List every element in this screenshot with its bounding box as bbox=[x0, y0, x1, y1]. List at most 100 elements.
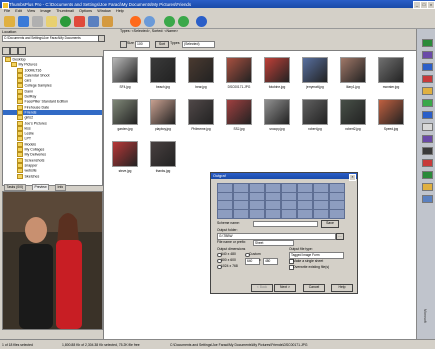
side-tool-icon[interactable] bbox=[422, 99, 433, 107]
dialog-close-button[interactable]: × bbox=[349, 173, 356, 181]
thumbnail-item[interactable]: monster.jpg bbox=[373, 57, 409, 90]
tree-button-3[interactable] bbox=[18, 47, 26, 55]
custom-width-input[interactable]: 640 bbox=[245, 258, 260, 265]
side-tool-icon[interactable] bbox=[422, 171, 433, 179]
menu-view[interactable]: View bbox=[27, 9, 35, 13]
browse-folder-button[interactable]: … bbox=[336, 232, 344, 240]
thumbnail-image bbox=[150, 57, 176, 83]
info-icon[interactable] bbox=[60, 15, 71, 27]
slideshow-icon[interactable] bbox=[88, 15, 99, 27]
forward-arrow-icon[interactable] bbox=[178, 15, 189, 27]
side-tool-icon[interactable] bbox=[422, 147, 433, 155]
side-tool-icon[interactable] bbox=[422, 183, 433, 191]
tree-item-label: My Pictures bbox=[18, 62, 38, 67]
thumbnail-item[interactable]: Speed.jpg bbox=[373, 99, 409, 132]
file-prefix-label: File name or prefix: bbox=[217, 240, 247, 244]
scheme-input[interactable] bbox=[253, 220, 318, 227]
thumbnail-item[interactable]: jerrymatt.jpg bbox=[297, 57, 333, 90]
thumbnail-item[interactable]: SSJ.jpg bbox=[221, 99, 257, 132]
menu-help[interactable]: Help bbox=[116, 9, 124, 13]
folder-icon bbox=[17, 125, 23, 131]
thumbnail-item[interactable]: robert2.jpg bbox=[335, 99, 371, 132]
custom-height-input[interactable]: 480 bbox=[263, 258, 278, 265]
thumbnail-item[interactable]: garden.jpg bbox=[107, 99, 143, 132]
thumbnail-item[interactable]: lilary1.jpg bbox=[335, 57, 371, 90]
folder-tree[interactable]: Desktop My Pictures 100MLT16 Calendar Shoot… bbox=[2, 56, 103, 186]
thumbnail-item[interactable]: snoopy.jpg bbox=[259, 99, 295, 132]
tree-item-label: College Samples bbox=[24, 83, 52, 88]
tab-info[interactable]: Info bbox=[55, 184, 66, 191]
folder-up-icon[interactable] bbox=[4, 15, 15, 27]
tree-item-label: Sketches bbox=[24, 173, 40, 178]
rotate-icon[interactable] bbox=[130, 15, 141, 27]
location-input[interactable]: C:\Documents and Settings\Joe Faraci\My … bbox=[2, 35, 100, 42]
edit-icon[interactable] bbox=[46, 15, 57, 27]
size-input[interactable]: 100 bbox=[135, 40, 150, 48]
menu-file[interactable]: File bbox=[4, 9, 10, 13]
thumbnail-caption: robert.jpg bbox=[308, 127, 322, 131]
thumbnail-item[interactable]: fotobine.jpg bbox=[259, 57, 295, 90]
side-tool-icon[interactable] bbox=[422, 51, 433, 59]
thumbnail-item[interactable]: DSC00171.JPG bbox=[221, 57, 257, 90]
folder-icon bbox=[17, 147, 23, 153]
view-mode-icon[interactable] bbox=[120, 40, 127, 48]
thumbnail-item[interactable]: beach.jpg bbox=[145, 57, 181, 90]
delete-icon[interactable] bbox=[74, 15, 85, 27]
side-tool-icon[interactable] bbox=[422, 111, 433, 119]
tree-button-2[interactable] bbox=[10, 47, 18, 55]
menu-thumbnail[interactable]: Thumbnail bbox=[56, 9, 74, 13]
file-prefix-input[interactable]: Sheet bbox=[253, 239, 294, 246]
menu-options[interactable]: Options bbox=[79, 9, 92, 13]
back-button[interactable]: < Back bbox=[251, 284, 273, 292]
dim-custom-label: Custom bbox=[249, 252, 261, 256]
save-icon[interactable] bbox=[18, 15, 29, 27]
thumbnail-item[interactable]: thanks.jpg bbox=[145, 141, 181, 174]
side-tool-icon[interactable] bbox=[422, 39, 433, 47]
print-icon[interactable] bbox=[32, 15, 43, 27]
tree-item[interactable]: Sketches bbox=[3, 173, 102, 179]
tree-item-label: Models bbox=[24, 142, 37, 147]
side-tool-icon[interactable] bbox=[422, 75, 433, 83]
panel-tabs: Tasks (0/0) Preview Info bbox=[2, 184, 101, 191]
help-button[interactable]: Help bbox=[331, 284, 353, 292]
next-button[interactable]: Next > bbox=[274, 284, 296, 292]
thumbnail-image bbox=[378, 99, 404, 125]
side-tool-icon[interactable] bbox=[422, 123, 433, 131]
thumbnail-caption: garden.jpg bbox=[117, 127, 133, 131]
thumbnail-image bbox=[378, 57, 404, 83]
menu-image[interactable]: Image bbox=[40, 9, 51, 13]
sort-button[interactable]: Sort bbox=[155, 40, 169, 48]
status-size: 1,800.88 Kb of 2,304.38 Kb selected, 75.… bbox=[62, 342, 140, 347]
back-arrow-icon[interactable] bbox=[164, 15, 175, 27]
tree-button-1[interactable] bbox=[2, 47, 10, 55]
location-dropdown-button[interactable] bbox=[98, 35, 105, 42]
tree-item-label: FacePiller Standard Edition bbox=[24, 99, 69, 104]
search-icon[interactable] bbox=[144, 15, 155, 27]
side-tool-icon[interactable] bbox=[422, 63, 433, 71]
output-dimensions-label: Output dimensions bbox=[217, 247, 246, 251]
thumbnail-item[interactable]: robert.jpg bbox=[297, 99, 333, 132]
thumbnail-item[interactable]: steve.jpg bbox=[107, 141, 143, 174]
thumbnail-item[interactable]: playboy.jpg bbox=[145, 99, 181, 132]
menu-window[interactable]: Window bbox=[97, 9, 111, 13]
side-tool-icon[interactable] bbox=[422, 159, 433, 167]
side-tool-icon[interactable] bbox=[422, 135, 433, 143]
tree-item-label: DelRay bbox=[24, 94, 37, 99]
tab-preview[interactable]: Preview bbox=[32, 184, 50, 190]
help-icon[interactable] bbox=[196, 15, 207, 27]
thumbnail-item[interactable]: SF4.jpg bbox=[107, 57, 143, 90]
status-path: C:\Documents and Settings\Joe Faraci\My … bbox=[170, 342, 308, 347]
side-tool-icon[interactable] bbox=[422, 87, 433, 95]
thumbnail-item[interactable]: Philmeme.jpg bbox=[183, 99, 219, 132]
preview-pane bbox=[2, 191, 103, 330]
menu-edit[interactable]: Edit bbox=[15, 9, 22, 13]
tab-tasks[interactable]: Tasks (0/0) bbox=[4, 184, 26, 191]
side-tool-icon[interactable] bbox=[422, 195, 433, 203]
types-line: Types: <Selected>, Sorted: <Name> bbox=[120, 29, 179, 33]
cancel-button[interactable]: Cancel bbox=[303, 284, 325, 292]
save-button[interactable]: Save bbox=[321, 220, 339, 228]
size-label: Size bbox=[127, 41, 134, 45]
grid-icon[interactable] bbox=[102, 15, 113, 27]
types-select[interactable]: (Selected) bbox=[182, 40, 215, 48]
thumbnail-item[interactable]: bear.jpg bbox=[183, 57, 219, 90]
